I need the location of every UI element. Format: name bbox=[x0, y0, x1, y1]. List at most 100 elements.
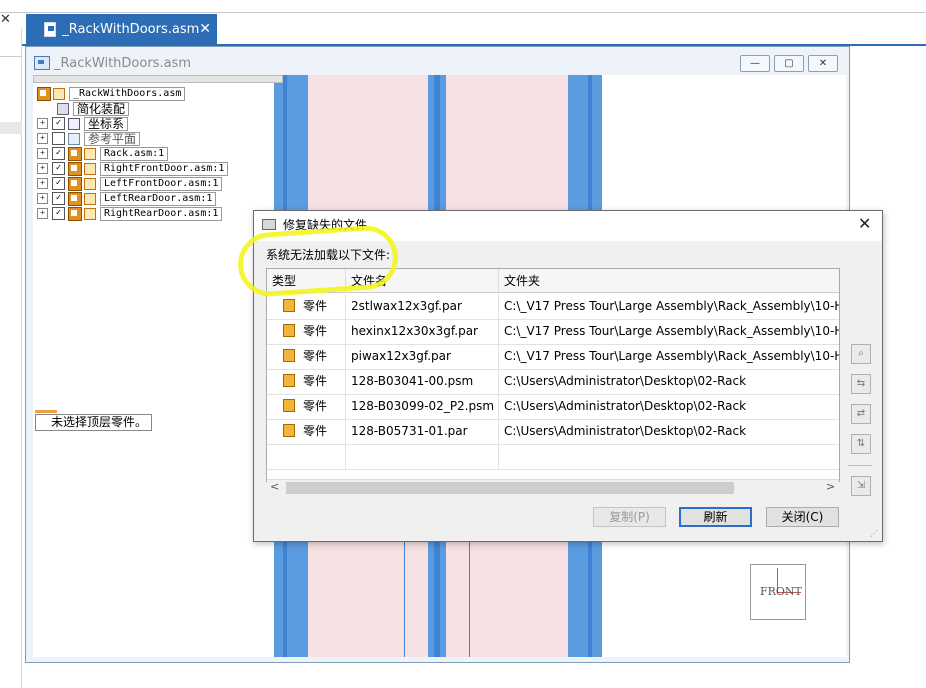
assembly-icon bbox=[84, 207, 96, 220]
scroll-left-icon[interactable]: < bbox=[270, 480, 279, 493]
table-row[interactable]: 零件 128-B03099-02_P2.psm C:\Users\Adminis… bbox=[267, 394, 839, 420]
assembly-icon bbox=[68, 161, 82, 176]
refresh-button[interactable]: 刷新 bbox=[679, 507, 752, 527]
expand-icon[interactable]: + bbox=[37, 193, 48, 204]
copy-button[interactable]: 复制(P) bbox=[593, 507, 666, 527]
visibility-checkbox[interactable]: ✓ bbox=[52, 192, 65, 205]
minimize-icon: — bbox=[750, 58, 760, 69]
cell-type: 零件 bbox=[303, 424, 328, 438]
expand-icon[interactable]: + bbox=[37, 118, 48, 129]
table-row[interactable]: 零件 128-B05731-01.par C:\Users\Administra… bbox=[267, 419, 839, 445]
cell-filename: 128-B03099-02_P2.psm bbox=[346, 394, 499, 419]
table-row[interactable]: 零件 2stlwax12x3gf.par C:\_V17 Press Tour\… bbox=[267, 294, 839, 320]
tree-children: + ✓ 坐标系 + 参考平面 + ✓ Rack.asm:1 + ✓ RightF… bbox=[37, 116, 277, 221]
cell-folder: C:\_V17 Press Tour\Large Assembly\Rack_A… bbox=[499, 344, 839, 369]
door-edge-line bbox=[469, 540, 470, 657]
door-edge-line bbox=[404, 540, 405, 657]
tree-root[interactable]: _RackWithDoors.asm bbox=[37, 86, 277, 101]
tree-node[interactable]: + ✓ Rack.asm:1 bbox=[37, 146, 277, 161]
document-tab[interactable]: _RackWithDoors.asm ✕ bbox=[26, 14, 217, 44]
left-dock-divider bbox=[0, 56, 22, 57]
tree-node[interactable]: + ✓ LeftFrontDoor.asm:1 bbox=[37, 176, 277, 191]
visibility-checkbox[interactable]: ✓ bbox=[52, 117, 65, 130]
search-icon[interactable]: ⌕ bbox=[851, 344, 871, 364]
visibility-checkbox[interactable]: ✓ bbox=[52, 207, 65, 220]
tree-node[interactable]: + ✓ LeftRearDoor.asm:1 bbox=[37, 191, 277, 206]
expand-icon[interactable]: + bbox=[37, 178, 48, 189]
table-row[interactable]: 零件 128-B03041-00.psm C:\Users\Administra… bbox=[267, 369, 839, 395]
expand-icon[interactable]: + bbox=[37, 208, 48, 219]
assembly-icon bbox=[68, 146, 82, 161]
assembly-icon bbox=[68, 191, 82, 206]
cell-type: 零件 bbox=[303, 299, 328, 313]
assembly-icon bbox=[84, 147, 96, 160]
tree-simplified[interactable]: 简化装配 bbox=[37, 101, 277, 116]
cell-filename: 128-B03041-00.psm bbox=[346, 369, 499, 394]
tree-node[interactable]: + ✓ RightRearDoor.asm:1 bbox=[37, 206, 277, 221]
tree-node-label: LeftRearDoor.asm:1 bbox=[100, 191, 217, 206]
assembly-icon bbox=[37, 86, 51, 101]
cell-filename: piwax12x3gf.par bbox=[346, 344, 499, 369]
table-row-empty bbox=[267, 444, 839, 470]
cell-folder: C:\_V17 Press Tour\Large Assembly\Rack_A… bbox=[499, 294, 839, 319]
part-icon bbox=[283, 349, 295, 362]
assembly-icon bbox=[84, 162, 96, 175]
visibility-checkbox[interactable]: ✓ bbox=[52, 177, 65, 190]
tree-node-label: Rack.asm:1 bbox=[100, 146, 169, 161]
cell-folder: C:\Users\Administrator\Desktop\02-Rack bbox=[499, 419, 839, 444]
assembly-icon bbox=[68, 206, 82, 221]
cell-folder: C:\_V17 Press Tour\Large Assembly\Rack_A… bbox=[499, 319, 839, 344]
document-tab-label: _RackWithDoors.asm bbox=[62, 21, 200, 37]
close-icon[interactable]: ✕ bbox=[199, 21, 211, 37]
settings-icon[interactable]: ⇲ bbox=[851, 476, 871, 496]
minimize-button[interactable]: — bbox=[740, 55, 770, 72]
link-icon[interactable]: ⇅ bbox=[851, 434, 871, 454]
expand-icon[interactable]: + bbox=[37, 148, 48, 159]
tree-node[interactable]: + ✓ 坐标系 bbox=[37, 116, 277, 131]
missing-files-table: 类型 文件名 文件夹 零件 2stlwax12x3gf.par C:\_V17 … bbox=[266, 268, 840, 482]
simplified-assembly-icon bbox=[57, 102, 69, 115]
status-marker bbox=[35, 410, 57, 413]
cell-filename: hexinx12x30x3gf.par bbox=[346, 319, 499, 344]
view-cube-label: FRONT bbox=[760, 585, 802, 598]
pane-resize-handle[interactable] bbox=[33, 75, 283, 83]
tree-node[interactable]: + 参考平面 bbox=[37, 131, 277, 146]
scroll-right-icon[interactable]: > bbox=[826, 480, 835, 493]
table-row[interactable]: 零件 piwax12x3gf.par C:\_V17 Press Tour\La… bbox=[267, 344, 839, 370]
assembly-tree: _RackWithDoors.asm 简化装配 + ✓ 坐标系 + 参考平面 +… bbox=[37, 86, 277, 221]
maximize-button[interactable]: ▢ bbox=[774, 55, 804, 72]
top-divider bbox=[0, 12, 926, 13]
reference-plane-icon bbox=[68, 132, 80, 145]
tree-node[interactable]: + ✓ RightFrontDoor.asm:1 bbox=[37, 161, 277, 176]
close-icon[interactable]: ✕ bbox=[858, 214, 871, 233]
close-icon[interactable]: ✕ bbox=[0, 12, 14, 28]
window-close-button[interactable]: ✕ bbox=[808, 55, 838, 72]
resize-grip-icon[interactable]: ⋰ bbox=[870, 529, 878, 538]
cell-type: 零件 bbox=[303, 374, 328, 388]
visibility-checkbox[interactable]: ✓ bbox=[52, 147, 65, 160]
tree-node-label: 参考平面 bbox=[84, 131, 141, 146]
dialog-close-button[interactable]: 关闭(C) bbox=[766, 507, 839, 527]
part-icon bbox=[283, 424, 295, 437]
column-header-folder[interactable]: 文件夹 bbox=[499, 269, 839, 293]
visibility-checkbox[interactable] bbox=[52, 132, 65, 145]
tree-node-label: LeftFrontDoor.asm:1 bbox=[100, 176, 223, 191]
left-dock-scrollbar[interactable] bbox=[0, 122, 22, 134]
part-icon bbox=[283, 299, 295, 312]
tree-node-label: RightRearDoor.asm:1 bbox=[100, 206, 223, 221]
selection-status: 未选择顶层零件。 bbox=[35, 414, 152, 431]
visibility-checkbox[interactable]: ✓ bbox=[52, 162, 65, 175]
table-row[interactable]: 零件 hexinx12x30x3gf.par C:\_V17 Press Tou… bbox=[267, 319, 839, 345]
part-icon bbox=[283, 399, 295, 412]
cell-type: 零件 bbox=[303, 324, 328, 338]
highlight-annotation bbox=[235, 223, 401, 299]
part-icon bbox=[283, 374, 295, 387]
tree-simplified-label: 简化装配 bbox=[73, 101, 130, 116]
replace-all-icon[interactable]: ⇄ bbox=[851, 404, 871, 424]
expand-icon[interactable]: + bbox=[37, 163, 48, 174]
cell-folder: C:\Users\Administrator\Desktop\02-Rack bbox=[499, 394, 839, 419]
coordinate-system-icon bbox=[68, 117, 80, 130]
scrollbar-thumb[interactable] bbox=[286, 482, 734, 494]
replace-icon[interactable]: ⇆ bbox=[851, 374, 871, 394]
expand-icon[interactable]: + bbox=[37, 133, 48, 144]
